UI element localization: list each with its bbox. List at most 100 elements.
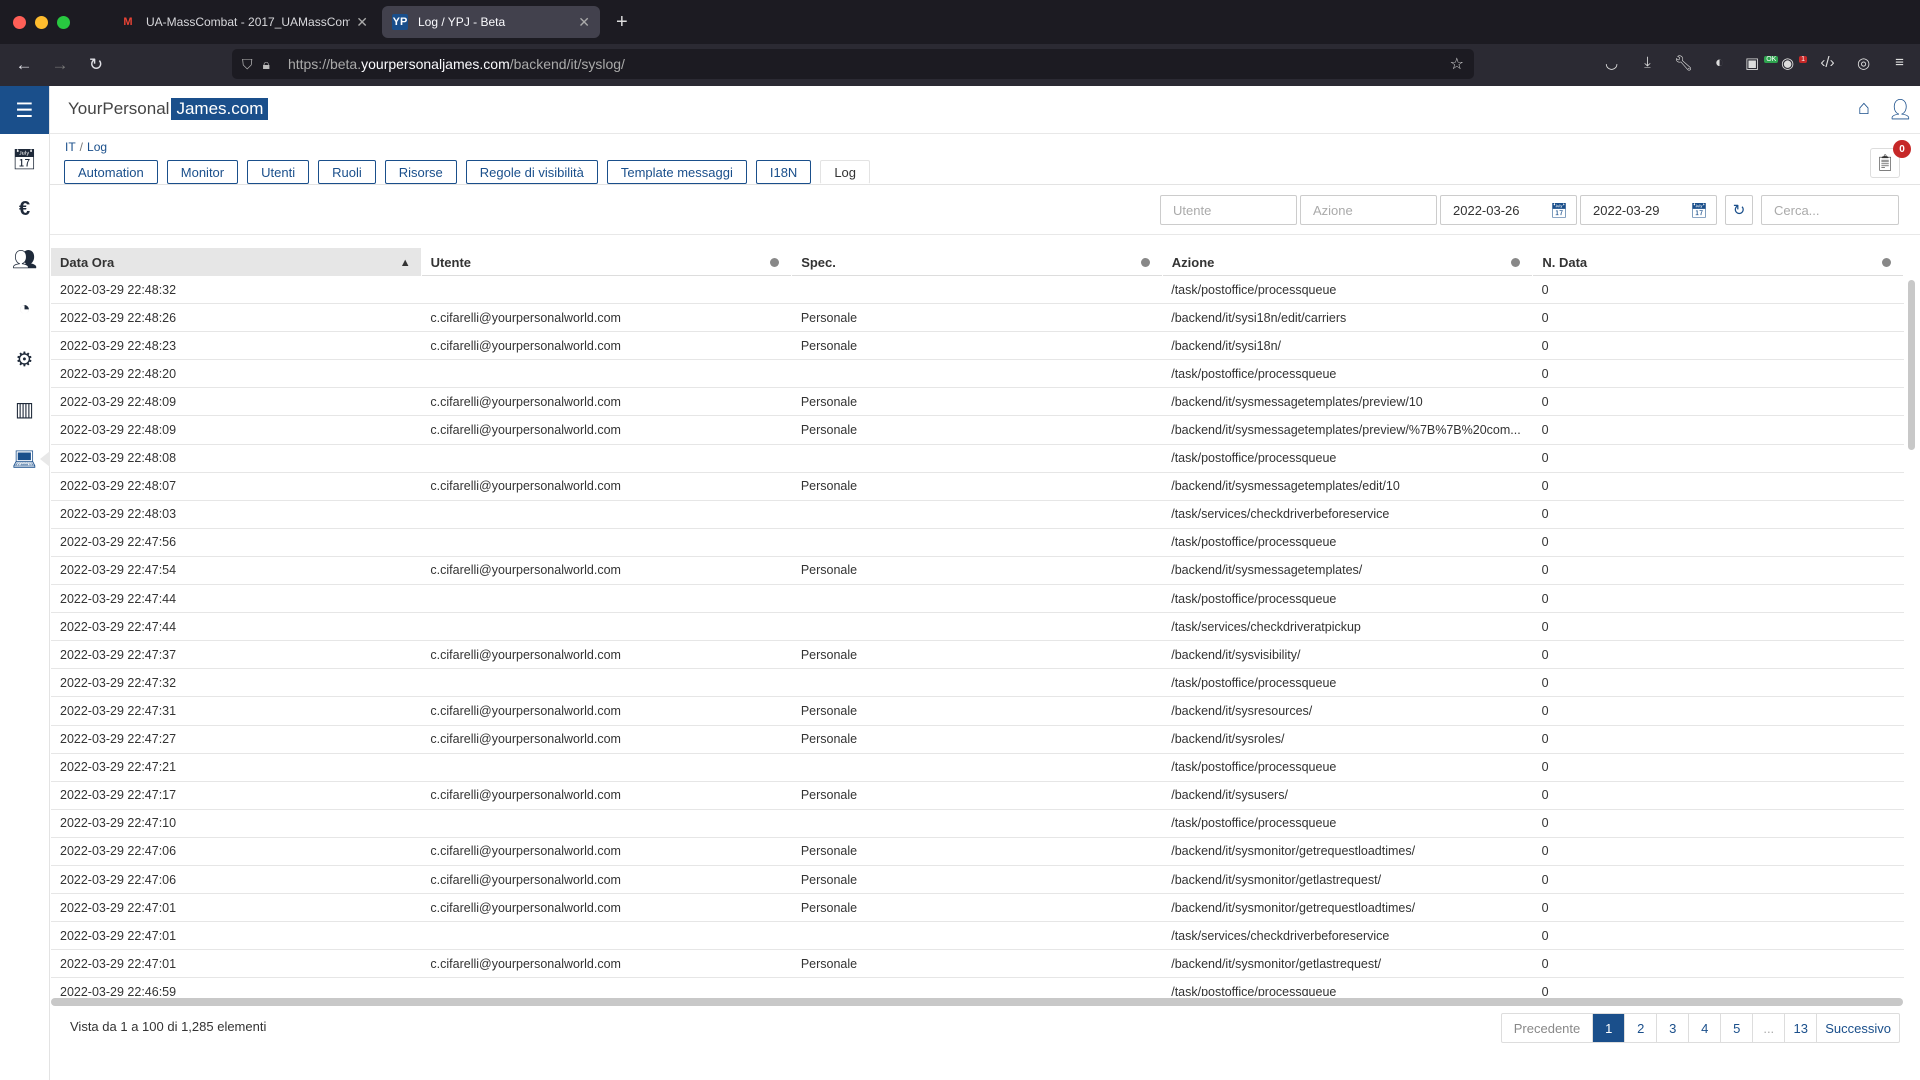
- horizontal-scrollbar[interactable]: [51, 998, 1903, 1006]
- column-filter-icon[interactable]: [1881, 258, 1891, 267]
- table-row[interactable]: 2022-03-29 22:47:32/task/postoffice/proc…: [51, 669, 1904, 698]
- table-row[interactable]: 2022-03-29 22:48:03/task/services/checkd…: [51, 501, 1904, 529]
- column-header-azione[interactable]: Azione: [1163, 248, 1534, 276]
- tab-log[interactable]: Log: [820, 160, 871, 184]
- table-cell: [421, 585, 791, 612]
- extension-alert-icon[interactable]: ◉ 1: [1781, 54, 1807, 72]
- vertical-scrollbar[interactable]: [1908, 278, 1916, 1000]
- column-header-n-data[interactable]: N. Data: [1533, 248, 1904, 276]
- page-button[interactable]: 1: [1592, 1014, 1625, 1042]
- page-button[interactable]: 3: [1656, 1014, 1688, 1042]
- tab-template-messaggi[interactable]: Template messaggi: [606, 160, 747, 184]
- euro-icon[interactable]: €: [0, 184, 49, 234]
- date-from-input[interactable]: 2022-03-26 📅︎: [1440, 195, 1577, 225]
- next-page-button[interactable]: Successivo: [1816, 1014, 1899, 1042]
- table-row[interactable]: 2022-03-29 22:48:26 c.cifarelli@yourperso…: [51, 304, 1904, 333]
- table-row[interactable]: 2022-03-29 22:47:01/task/services/checkd…: [51, 922, 1904, 951]
- table-row[interactable]: 2022-03-29 22:46:59/task/postoffice/proc…: [51, 978, 1904, 996]
- table-row[interactable]: 2022-03-29 22:48:32/task/postoffice/proc…: [51, 276, 1904, 305]
- account-icon[interactable]: ◎: [1853, 54, 1874, 72]
- download-icon[interactable]: ⤓: [1637, 54, 1658, 72]
- table-row[interactable]: 2022-03-29 22:47:17 c.cifarelli@yourperso…: [51, 782, 1904, 810]
- page-button[interactable]: 2: [1624, 1014, 1656, 1042]
- page-button[interactable]: 4: [1688, 1014, 1720, 1042]
- tab-risorse[interactable]: Risorse: [384, 160, 457, 184]
- extension-ok-icon[interactable]: ▣ OK: [1745, 54, 1779, 72]
- minimize-window-button[interactable]: [35, 15, 48, 29]
- close-tab-icon[interactable]: ✕: [356, 14, 368, 31]
- url-bar[interactable]: ⛉ 🔒︎ https://beta.yourpersonaljames.com/…: [232, 49, 1474, 79]
- search-input[interactable]: Cerca...: [1761, 195, 1899, 225]
- home-icon[interactable]: ⌂: [1858, 97, 1870, 120]
- code-icon[interactable]: ‹/›: [1817, 54, 1838, 72]
- previous-page-button[interactable]: Precedente: [1502, 1014, 1593, 1042]
- azione-filter-input[interactable]: Azione: [1300, 195, 1437, 225]
- tab-ruoli[interactable]: Ruoli: [318, 160, 376, 184]
- laptop-icon[interactable]: 💻︎: [0, 434, 50, 484]
- hamburger-menu-icon[interactable]: ☰: [0, 86, 49, 134]
- column-filter-icon[interactable]: [1511, 258, 1521, 267]
- column-filter-icon[interactable]: [770, 258, 780, 267]
- table-row[interactable]: 2022-03-29 22:48:20/task/postoffice/proc…: [51, 360, 1904, 389]
- table-row[interactable]: 2022-03-29 22:47:01 c.cifarelli@yourperso…: [51, 950, 1904, 979]
- table-row[interactable]: 2022-03-29 22:47:56/task/postoffice/proc…: [51, 529, 1904, 557]
- table-row[interactable]: 2022-03-29 22:47:06 c.cifarelli@yourperso…: [51, 866, 1904, 895]
- table-row[interactable]: 2022-03-29 22:48:08/task/postoffice/proc…: [51, 445, 1904, 473]
- wrench-icon[interactable]: 🔧︎: [1673, 54, 1694, 72]
- tab-monitor[interactable]: Monitor: [166, 160, 239, 184]
- building-icon[interactable]: ▥: [0, 384, 49, 434]
- bookmark-star-icon[interactable]: ☆: [1450, 54, 1464, 74]
- maximize-window-button[interactable]: [57, 15, 70, 29]
- new-tab-button[interactable]: +: [616, 11, 628, 34]
- clipboard-icon[interactable]: 📋︎ 0: [1870, 140, 1911, 178]
- table-row[interactable]: 2022-03-29 22:47:37 c.cifarelli@yourperso…: [51, 641, 1904, 670]
- tab-utenti[interactable]: Utenti: [247, 160, 310, 184]
- pocket-icon[interactable]: ◡: [1601, 54, 1622, 72]
- page-button[interactable]: 5: [1720, 1014, 1752, 1042]
- utente-filter-input[interactable]: Utente: [1160, 195, 1297, 225]
- calendar-icon[interactable]: 📅︎: [1550, 202, 1568, 219]
- table-row[interactable]: 2022-03-29 22:47:31 c.cifarelli@yourperso…: [51, 697, 1904, 726]
- calendar-icon[interactable]: 📅︎: [0, 134, 49, 184]
- column-filter-icon[interactable]: [1140, 258, 1150, 267]
- forward-icon[interactable]: →: [42, 55, 78, 75]
- tab-i18n[interactable]: I18N: [755, 160, 812, 184]
- date-to-input[interactable]: 2022-03-29 📅︎: [1580, 195, 1717, 225]
- breadcrumb-root[interactable]: IT: [65, 140, 76, 154]
- browser-tab-log[interactable]: YP Log / YPJ - Beta ✕: [382, 6, 600, 38]
- gears-icon[interactable]: ⚙: [0, 334, 49, 384]
- calendar-icon[interactable]: 📅︎: [1690, 202, 1708, 219]
- table-row[interactable]: 2022-03-29 22:47:54 c.cifarelli@yourperso…: [51, 557, 1904, 586]
- tab-regole-visibilita[interactable]: Regole di visibilità: [465, 160, 598, 184]
- table-row[interactable]: 2022-03-29 22:47:01 c.cifarelli@yourperso…: [51, 894, 1904, 923]
- column-header-utente[interactable]: Utente: [422, 248, 793, 276]
- breadcrumb-current[interactable]: Log: [87, 140, 107, 154]
- back-icon[interactable]: ←: [6, 55, 42, 75]
- users-icon[interactable]: 👥︎: [0, 234, 49, 284]
- tab-automation[interactable]: Automation: [64, 160, 158, 184]
- close-window-button[interactable]: [13, 15, 26, 29]
- table-row[interactable]: 2022-03-29 22:47:27 c.cifarelli@yourperso…: [51, 726, 1904, 754]
- refresh-button[interactable]: ↻: [1725, 195, 1753, 225]
- close-tab-icon[interactable]: ✕: [578, 14, 590, 31]
- pie-chart-icon[interactable]: ◔: [0, 284, 49, 334]
- menu-icon[interactable]: ≡: [1889, 54, 1910, 72]
- table-row[interactable]: 2022-03-29 22:48:23 c.cifarelli@yourperso…: [51, 332, 1904, 361]
- table-row[interactable]: 2022-03-29 22:47:10/task/postoffice/proc…: [51, 810, 1904, 838]
- browser-tab-masscombat[interactable]: M UA-MassCombat - 2017_UAMassCombat ✕: [110, 6, 378, 38]
- table-row[interactable]: 2022-03-29 22:47:44/task/services/checkd…: [51, 613, 1904, 642]
- table-row[interactable]: 2022-03-29 22:48:09 c.cifarelli@yourperso…: [51, 416, 1904, 445]
- reload-icon[interactable]: ↻: [78, 55, 114, 75]
- table-row[interactable]: 2022-03-29 22:47:06 c.cifarelli@yourperso…: [51, 838, 1904, 866]
- column-header-spec[interactable]: Spec.: [792, 248, 1163, 276]
- table-row[interactable]: 2022-03-29 22:48:07 c.cifarelli@yourperso…: [51, 473, 1904, 501]
- user-icon[interactable]: 👤︎: [1888, 97, 1913, 122]
- page-button[interactable]: 13: [1784, 1014, 1816, 1042]
- table-row[interactable]: 2022-03-29 22:48:09 c.cifarelli@yourperso…: [51, 388, 1904, 417]
- column-header-data-ora[interactable]: Data Ora ▲: [51, 248, 422, 276]
- extension-icon[interactable]: ◐: [1709, 54, 1730, 72]
- table-row[interactable]: 2022-03-29 22:47:21/task/postoffice/proc…: [51, 754, 1904, 782]
- app-logo[interactable]: YourPersonal James.com: [68, 98, 269, 120]
- table-cell: /backend/it/sysi18n/: [1171, 338, 1282, 353]
- table-row[interactable]: 2022-03-29 22:47:44/task/postoffice/proc…: [51, 585, 1904, 614]
